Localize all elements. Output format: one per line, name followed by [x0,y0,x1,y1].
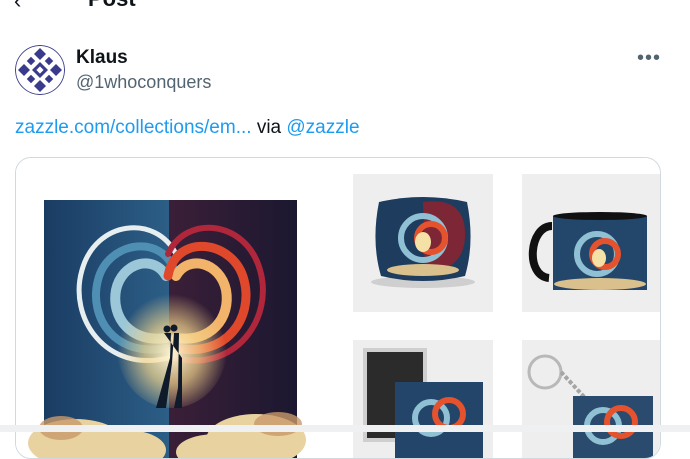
via-text: via [256,117,282,138]
author-handle[interactable]: @1whoconquers [76,72,211,93]
top-bar: ‹ Post [0,0,690,10]
media-item-pillow[interactable] [339,158,508,327]
mention-link[interactable]: @zazzle [286,117,359,138]
media-card[interactable] [15,157,661,459]
post-link[interactable]: zazzle.com/collections/em... [15,117,252,138]
avatar[interactable] [15,45,65,95]
author-name[interactable]: Klaus [76,47,128,69]
bottom-edge [0,425,690,432]
media-item-keychain[interactable] [507,326,660,458]
post-text: zazzle.com/collections/em... via @zazzle [15,117,360,139]
media-item-magnet[interactable] [339,326,508,458]
media-item-main[interactable] [16,158,340,458]
back-arrow-icon[interactable]: ‹ [14,0,21,10]
media-item-mug[interactable] [507,158,660,327]
more-options-icon[interactable]: ••• [637,47,661,70]
page-title: Post [88,0,136,10]
